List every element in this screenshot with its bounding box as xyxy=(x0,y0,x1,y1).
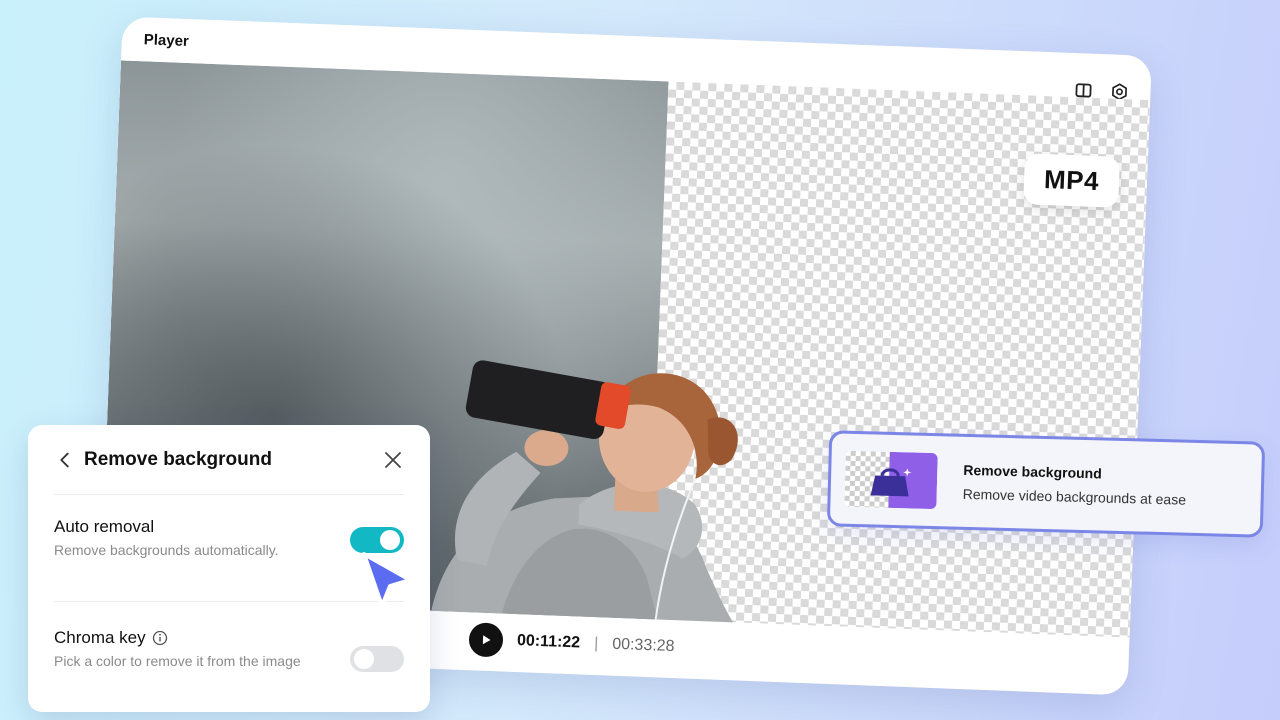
option-description: Remove backgrounds automatically. xyxy=(54,542,279,558)
chroma-key-toggle[interactable] xyxy=(350,646,404,672)
cursor-pointer-icon xyxy=(362,552,412,608)
info-icon[interactable] xyxy=(152,630,168,646)
total-time: 00:33:28 xyxy=(611,635,675,656)
option-auto-removal: Auto removal Remove backgrounds automati… xyxy=(54,495,404,601)
playback-controls: 00:11:22 | 00:33:28 xyxy=(468,622,675,664)
time-separator: | xyxy=(593,635,599,653)
player-title: Player xyxy=(143,30,190,50)
feature-card[interactable]: Remove background Remove video backgroun… xyxy=(826,430,1266,538)
feature-description: Remove video backgrounds at ease xyxy=(962,485,1187,508)
option-title: Chroma key xyxy=(54,628,404,648)
format-badge: MP4 xyxy=(1023,153,1121,208)
option-chroma-key: Chroma key Pick a color to remove it fro… xyxy=(54,601,404,711)
bag-icon xyxy=(870,468,912,497)
auto-removal-label: Auto removal xyxy=(54,517,155,536)
play-button[interactable] xyxy=(468,622,504,658)
feature-text: Remove background Remove video backgroun… xyxy=(963,462,1187,508)
feature-title: Remove background xyxy=(963,461,1102,482)
panel-title: Remove background xyxy=(84,448,272,470)
chroma-key-label: Chroma key xyxy=(54,628,146,647)
chevron-left-icon[interactable] xyxy=(54,448,78,472)
toggle-knob xyxy=(380,530,400,550)
option-description: Pick a color to remove it from the image xyxy=(54,653,301,669)
play-icon xyxy=(482,635,491,645)
feature-thumbnail xyxy=(844,450,938,510)
close-icon[interactable] xyxy=(382,449,404,471)
current-time: 00:11:22 xyxy=(516,632,581,652)
toggle-knob xyxy=(354,649,374,669)
panel-header: Remove background xyxy=(54,425,404,495)
